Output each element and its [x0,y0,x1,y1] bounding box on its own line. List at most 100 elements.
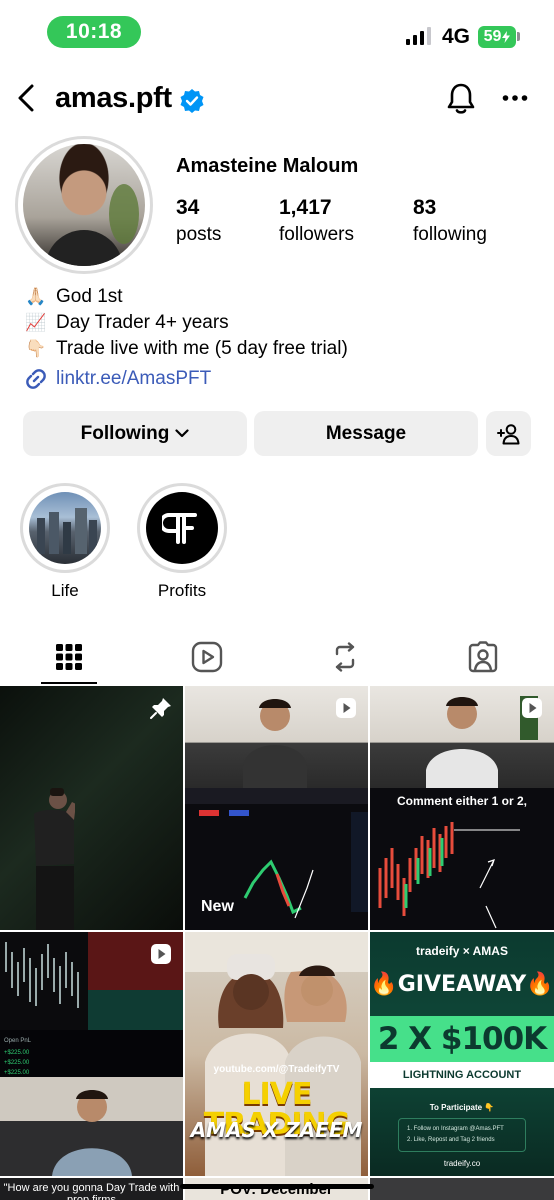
stat-label: followers [279,224,354,245]
following-button[interactable]: Following [23,411,247,456]
grid-icon [56,644,82,670]
reel-icon [334,696,358,720]
bell-icon [447,83,475,114]
stat-posts[interactable]: 34 posts [176,196,221,246]
link-icon [26,369,46,389]
stat-value: 34 [176,196,200,219]
post-tile[interactable]: tradeify × AMAS 🔥GIVEAWAY🔥 2 X $100K LIG… [370,932,554,1176]
chart-up-icon: 📈 [25,313,47,332]
post-overlay-subtitle: LIGHTNING ACCOUNT [370,1062,554,1088]
tab-reels[interactable] [157,630,257,684]
signal-icon [406,27,431,45]
post-overlay-text: "How are you gonna Day Trade with prop f… [3,1182,180,1200]
more-options-button[interactable] [497,80,533,116]
status-time: 10:18 [47,16,141,48]
profile-avatar[interactable] [15,136,153,274]
notifications-button[interactable] [442,80,480,118]
profile-tabs [0,630,554,684]
stat-following[interactable]: 83 following [413,196,487,246]
post-overlay-text: New [201,898,234,915]
post-overlay-text: Comment either 1 or 2, [396,794,528,808]
repost-icon [335,642,355,672]
back-button[interactable] [8,80,44,116]
highlight-life[interactable]: Life [20,483,110,601]
reel-icon [520,696,544,720]
link-text: linktr.ee/AmasPFT [56,368,212,389]
chevron-left-icon [18,84,34,112]
stat-value: 1,417 [279,196,332,219]
post-photo-person [0,1077,183,1176]
post-tile[interactable]: Open PnL +$225.00 +$225.00 +$225.00 [0,932,183,1176]
post-overlay-text: To Participate 👇 [429,1103,495,1112]
post-tile[interactable]: "How are you gonna Day Trade with prop f… [0,1178,183,1200]
tab-tagged[interactable] [433,630,533,684]
praying-hands-icon: 🙏🏻 [25,287,47,306]
pointing-down-icon: 👇🏻 [25,339,47,358]
tab-active-indicator [41,682,97,684]
stat-label: posts [176,224,222,245]
post-tile[interactable] [370,1178,554,1200]
following-label: Following [80,422,170,444]
instruction-step: 2. Like, Repost and Tag 2 friends [407,1137,495,1143]
home-indicator[interactable] [180,1184,374,1189]
post-overlay-title: 🔥GIVEAWAY🔥 [370,972,554,997]
status-bar: 10:18 4G 59 [0,0,554,64]
post-tile[interactable] [0,686,183,930]
highlight-cover [29,492,101,564]
bio-text: Day Trader 4+ years [56,312,229,333]
bio-text: Trade live with me (5 day free trial) [56,338,348,359]
post-overlay-text: youtube.com/@TradeifyTV [213,1064,340,1075]
post-instructions: 1. Follow on Instagram @Amas.PFT 2. Like… [398,1118,526,1152]
avatar-photo [23,144,145,266]
stat-followers[interactable]: 1,417 followers [279,196,354,246]
battery-tip [517,32,520,41]
network-label: 4G [442,25,471,48]
svg-text:+$225.00: +$225.00 [4,1050,30,1056]
bio-line: 👇🏻 Trade live with me (5 day free trial) [24,336,348,362]
bio-text: God 1st [56,286,123,307]
tab-grid[interactable] [19,630,119,684]
pft-logo-icon [162,513,197,544]
post-tile[interactable]: POV: December [185,1178,368,1200]
reels-icon [191,641,223,673]
profile-bio: 🙏🏻 God 1st 📈 Day Trader 4+ years 👇🏻 Trad… [24,284,348,362]
post-tile[interactable]: youtube.com/@TradeifyTV LIVE TRADING AMA… [185,932,368,1176]
post-tile[interactable]: Comment either 1 or 2, [370,686,554,930]
more-dots-icon [502,95,528,101]
verified-badge-icon [179,88,205,114]
highlight-cover [146,492,218,564]
battery-level: 59 [483,28,502,45]
message-button[interactable]: Message [254,411,478,456]
profile-header: amas.pft [0,70,554,128]
suggested-users-button[interactable] [486,411,531,456]
post-photo-person [34,788,75,930]
stat-label: following [413,224,487,245]
highlight-ring [20,483,110,573]
post-tile[interactable]: New [185,686,368,930]
instruction-step: 1. Follow on Instagram @Amas.PFT [407,1126,504,1132]
highlight-profits[interactable]: Profits [137,483,227,601]
battery-icon: 59 [478,26,516,48]
bio-line: 🙏🏻 God 1st [24,284,348,310]
post-brand-text: tradeify × AMAS [416,944,508,958]
chevron-down-icon [175,429,189,438]
profile-full-name: Amasteine Maloum [176,155,359,177]
highlight-label: Profits [157,581,207,600]
svg-text:+$225.00: +$225.00 [4,1070,30,1076]
pinned-icon [149,696,173,720]
highlight-ring [137,483,227,573]
profile-link[interactable]: linktr.ee/AmasPFT [24,367,211,391]
profile-username: amas.pft [55,82,172,114]
posts-grid: New Comment either 1 or 2, Open PnL +$225… [0,686,554,1200]
svg-text:Open PnL: Open PnL [4,1038,32,1044]
tab-reposts[interactable] [295,630,395,684]
post-overlay-amount: 2 X $100K [370,1016,554,1062]
post-site-text: tradeify.co [443,1159,481,1168]
highlight-label: Life [51,581,79,600]
trading-chart-image [370,788,554,930]
bio-line: 📈 Day Trader 4+ years [24,310,348,336]
message-label: Message [325,422,407,444]
reel-icon [149,942,173,966]
add-person-icon [496,423,519,444]
svg-text:+$225.00: +$225.00 [4,1060,30,1066]
